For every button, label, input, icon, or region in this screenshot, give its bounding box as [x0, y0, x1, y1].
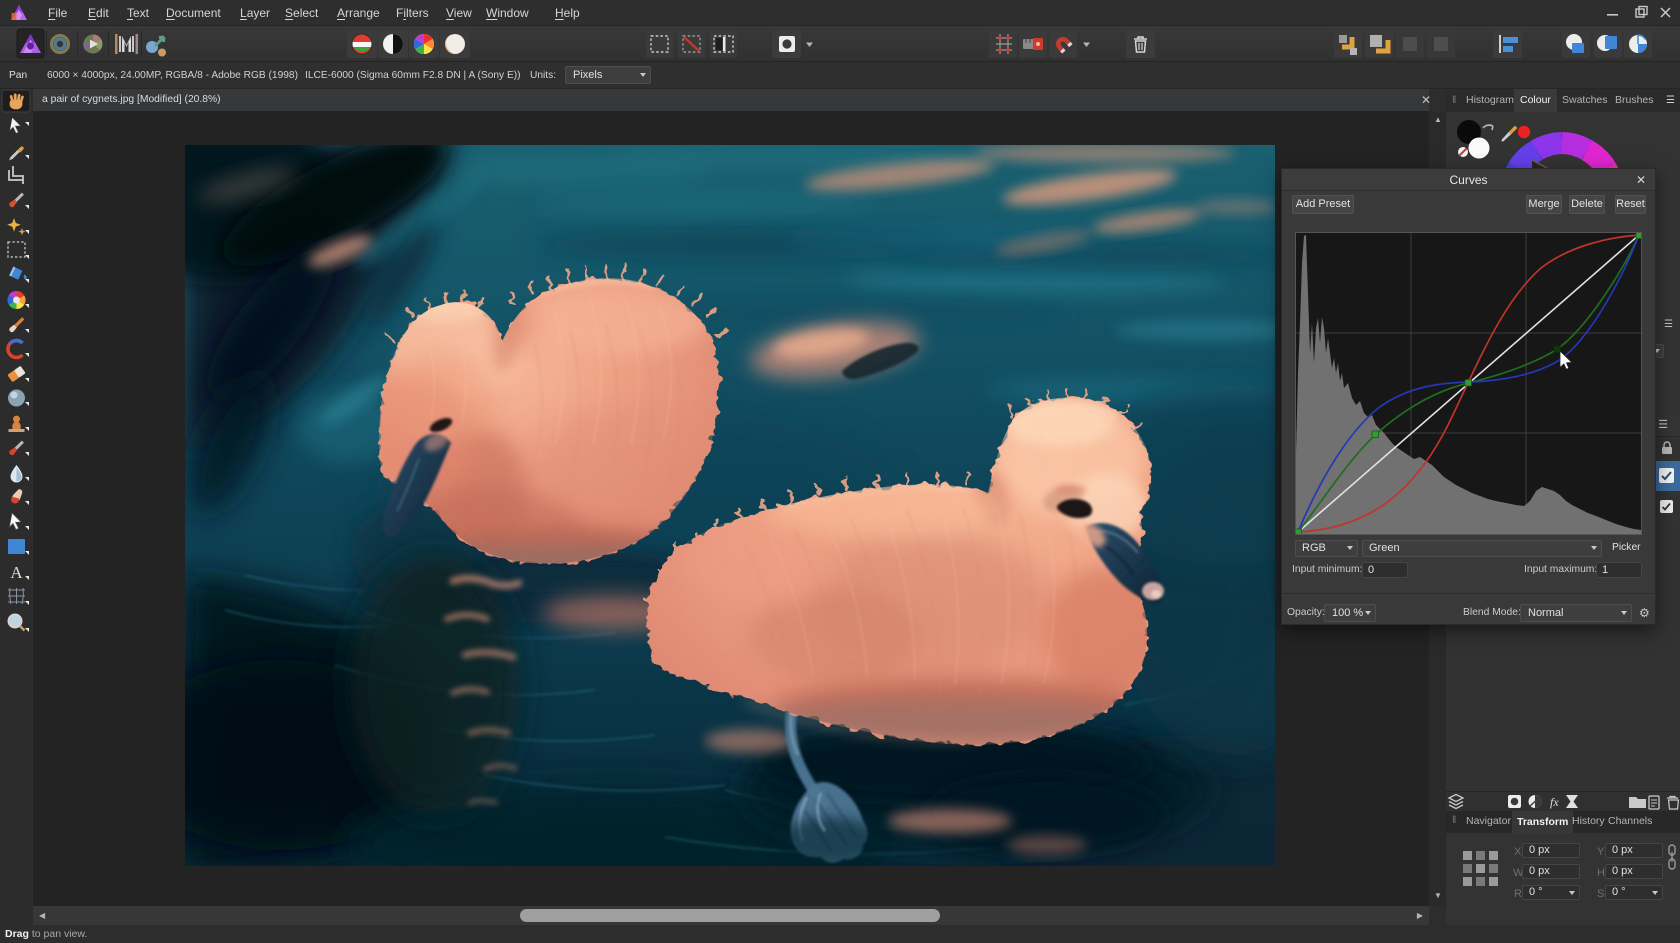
svg-text:A: A: [10, 563, 23, 582]
svg-text:fx: fx: [1550, 795, 1559, 809]
